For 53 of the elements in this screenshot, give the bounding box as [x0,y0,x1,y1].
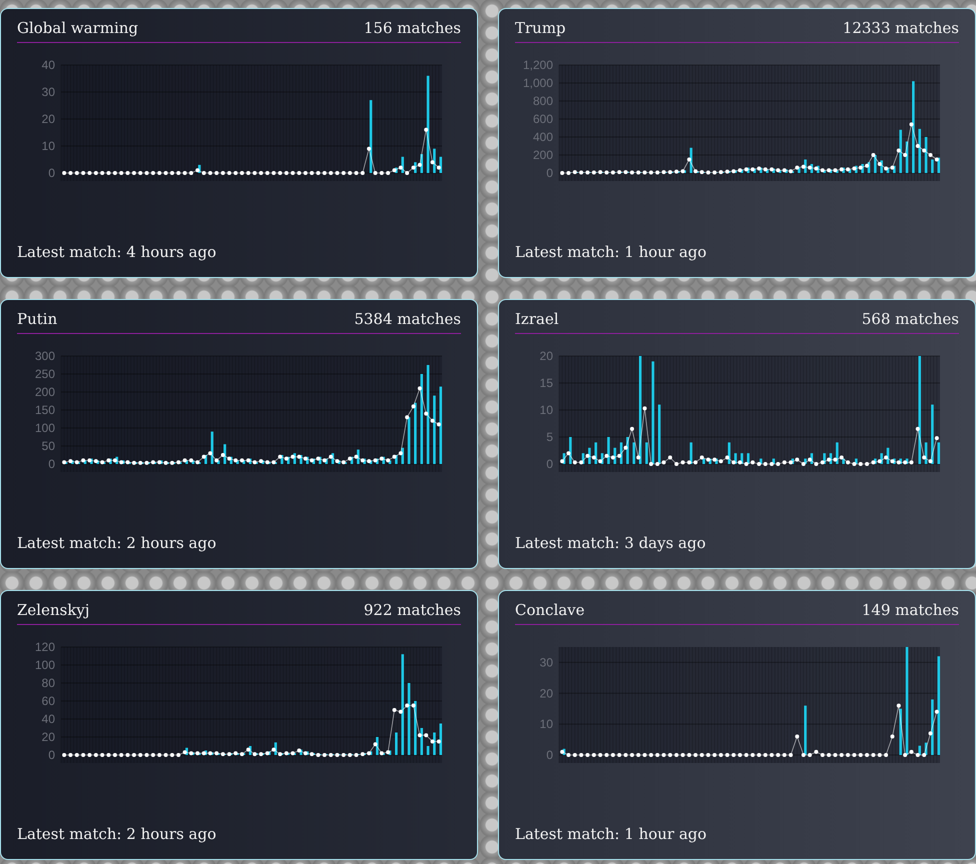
topic-title: Trump [515,19,566,37]
axis-label: 250 [34,367,55,381]
axis-label: 100 [34,658,55,672]
axis-label: 100 [34,421,55,435]
axis-label: 150 [34,403,55,417]
axis-label: 0 [546,748,553,762]
axis-label: 40 [42,712,55,726]
axis-label: 10 [42,139,55,153]
axis-label: 800 [532,94,553,108]
axis-label: 15 [540,376,553,390]
axis-label: 120 [34,640,55,654]
match-count: 149 matches [862,601,959,619]
axis-label: 400 [532,130,553,144]
latest-match-text: Latest match: 1 hour ago [515,825,708,845]
axis-label: 40 [42,58,55,72]
axis-label: 10 [540,403,553,417]
latest-match-text: Latest match: 4 hours ago [17,243,218,263]
topic-title: Conclave [515,601,585,619]
latest-match-text: Latest match: 3 days ago [515,534,707,554]
axis-label: 20 [540,686,553,700]
axis-label: 0 [48,166,55,180]
axis-label: 20 [540,349,553,363]
axis-label: 30 [42,85,55,99]
match-count: 568 matches [862,310,959,328]
axis-label: 20 [42,112,55,126]
topic-title: Global warming [17,19,138,37]
match-count: 922 matches [364,601,461,619]
axis-label: 50 [42,439,55,453]
axis-label: 20 [42,730,55,744]
latest-match-text: Latest match: 1 hour ago [515,243,708,263]
latest-match-text: Latest match: 2 hours ago [17,825,218,845]
topic-title: Izrael [515,310,559,328]
match-count: 12333 matches [842,19,959,37]
match-count: 156 matches [364,19,461,37]
axis-label: 80 [42,676,55,690]
axis-label: 30 [540,655,553,670]
match-count: 5384 matches [354,310,461,328]
axis-label: 60 [42,694,55,708]
axis-label: 300 [34,349,55,363]
axis-label: 10 [540,717,553,732]
latest-match-text: Latest match: 2 hours ago [17,534,218,554]
axis-label: 0 [546,457,553,471]
axis-label: 200 [34,385,55,399]
axis-label: 1,200 [522,58,553,72]
axis-label: 600 [532,112,553,126]
topic-title: Putin [17,310,58,328]
axis-label: 200 [532,148,553,162]
axis-label: 0 [48,457,55,471]
axis-label: 5 [546,430,553,444]
axis-label: 0 [546,166,553,180]
topic-title: Zelenskyj [17,601,90,619]
axis-label: 0 [48,748,55,762]
axis-label: 1,000 [522,76,553,90]
